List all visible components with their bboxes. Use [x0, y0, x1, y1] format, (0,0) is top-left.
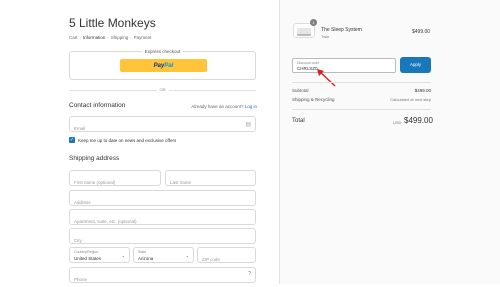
wallet-icon: ▤ — [245, 122, 251, 128]
email-field[interactable]: ▤ — [69, 116, 256, 136]
address-input[interactable] — [70, 195, 255, 210]
chevron-down-icon: ⌄ — [185, 253, 189, 258]
login-prefix: Already have an account? — [191, 104, 244, 109]
checkout-main: 5 Little Monkeys Cart › Information › Sh… — [0, 0, 279, 287]
zip-field[interactable] — [197, 247, 256, 267]
newsletter-label: Keep me up to date on news and exclusive… — [78, 137, 177, 143]
contact-heading: Contact information — [69, 102, 126, 109]
apartment-field[interactable] — [69, 209, 256, 229]
subtotal-label: Subtotal — [292, 88, 309, 93]
state-value: Arizona — [138, 256, 154, 261]
chevron-right-icon: › — [107, 35, 109, 40]
order-summary — [279, 0, 500, 284]
phone-input[interactable] — [70, 272, 255, 287]
breadcrumb-shipping: Shipping — [110, 35, 129, 40]
paypal-button[interactable]: Pay Pal — [120, 59, 207, 72]
chevron-down-icon: ⌄ — [121, 253, 125, 258]
total-value: $499.00 — [404, 116, 433, 125]
apartment-input[interactable] — [70, 214, 255, 229]
express-checkout: Express checkout Pay Pal — [69, 49, 256, 80]
product-variant: Twin — [321, 34, 330, 39]
login-hint: Already have an account? Log in — [191, 104, 257, 109]
city-field[interactable] — [69, 228, 256, 248]
state-select[interactable]: State Arizona ⌄ — [133, 247, 194, 263]
subtotal-value: $499.00 — [414, 88, 431, 93]
bed-icon — [297, 28, 311, 36]
red-arrow-annotation — [317, 69, 336, 87]
summary-divider — [292, 109, 431, 110]
quantity-badge: 1 — [310, 19, 317, 26]
city-input[interactable] — [70, 233, 255, 248]
or-divider: OR — [69, 87, 256, 92]
newsletter-checkbox[interactable]: ✓ — [69, 137, 75, 143]
product-name: The Sleep System — [321, 27, 362, 33]
or-text: OR — [156, 87, 169, 92]
help-icon[interactable]: ? — [248, 271, 251, 277]
paypal-logo-pay: Pay — [153, 62, 165, 69]
shipping-label: Shipping & Recycling — [292, 97, 335, 102]
chevron-right-icon: › — [130, 35, 132, 40]
product-price: $499.00 — [412, 29, 431, 35]
country-value: United States — [74, 256, 102, 261]
total-currency: USD — [393, 120, 402, 125]
country-label: Country/Region — [74, 250, 99, 254]
first-name-field[interactable] — [69, 170, 161, 190]
zip-input[interactable] — [198, 252, 255, 267]
email-input[interactable] — [70, 121, 255, 136]
breadcrumb-information: Information — [82, 35, 106, 40]
express-checkout-label: Express checkout — [141, 49, 184, 54]
discount-field[interactable]: Discount code CHRLSZ0 — [292, 58, 396, 73]
total-label: Total — [292, 118, 305, 124]
summary-divider — [292, 82, 431, 83]
newsletter-row[interactable]: ✓ Keep me up to date on news and exclusi… — [69, 137, 176, 143]
first-name-input[interactable] — [70, 175, 160, 190]
breadcrumb-cart[interactable]: Cart — [69, 35, 78, 40]
last-name-field[interactable] — [165, 170, 256, 190]
country-select[interactable]: Country/Region United States ⌄ — [69, 247, 130, 263]
last-name-input[interactable] — [166, 175, 255, 190]
shipping-value: Calculated at next step — [390, 97, 431, 102]
breadcrumb-payment: Payment — [133, 35, 152, 40]
shipping-heading: Shipping address — [69, 155, 120, 162]
chevron-right-icon: › — [79, 35, 81, 40]
login-link[interactable]: Log in — [245, 104, 257, 109]
paypal-logo-pal: Pal — [164, 62, 174, 69]
state-label: State — [138, 250, 147, 254]
discount-label: Discount code — [297, 61, 320, 65]
breadcrumb: Cart › Information › Shipping › Payment — [69, 35, 151, 40]
address-field[interactable] — [69, 190, 256, 210]
phone-field[interactable]: ? — [69, 267, 256, 287]
store-title[interactable]: 5 Little Monkeys — [69, 16, 156, 30]
apply-button[interactable]: Apply — [400, 57, 431, 73]
